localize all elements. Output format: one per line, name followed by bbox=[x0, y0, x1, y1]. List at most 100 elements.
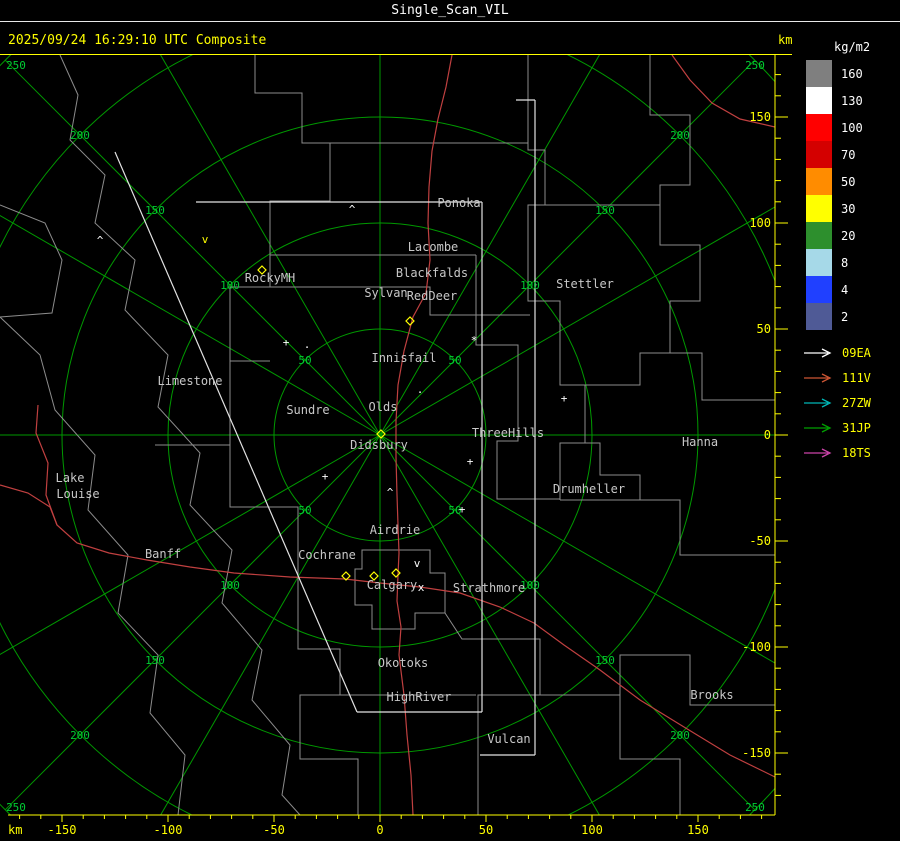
city-label: Limestone bbox=[157, 374, 222, 388]
bottom-axis-tick-label: 100 bbox=[581, 823, 603, 837]
color-scale-swatch bbox=[806, 195, 832, 222]
track-legend-row: 09EA bbox=[792, 340, 900, 365]
track-legend-row: 111V bbox=[792, 365, 900, 390]
county-boundary bbox=[229, 286, 270, 362]
track-legend: 09EA 111V 27ZW 31JP 18TS bbox=[792, 340, 900, 465]
ring-distance-label: 250 bbox=[6, 59, 26, 72]
track-id-label: 31JP bbox=[842, 420, 871, 435]
county-boundary bbox=[560, 499, 775, 556]
city-label: Lacombe bbox=[408, 240, 459, 254]
station-symbol: v bbox=[414, 557, 421, 570]
bottom-axis-tick-label: -150 bbox=[48, 823, 77, 837]
ring-distance-label: 50 bbox=[298, 354, 311, 367]
color-scale-row: 20 bbox=[792, 222, 900, 249]
county-boundary bbox=[560, 352, 775, 401]
bottom-axis-tick-label: 0 bbox=[376, 823, 383, 837]
ring-distance-label: 50 bbox=[298, 504, 311, 517]
color-scale-swatch bbox=[806, 168, 832, 195]
track-id-label: 09EA bbox=[842, 345, 871, 360]
city-label: Calgary bbox=[367, 578, 418, 592]
ring-distance-label: 50 bbox=[448, 354, 461, 367]
county-boundary bbox=[475, 255, 560, 500]
radial-line bbox=[160, 434, 381, 815]
right-axis-tick-label: -50 bbox=[749, 534, 771, 548]
city-label: RedDeer bbox=[407, 289, 458, 303]
county-boundary bbox=[229, 445, 299, 575]
bottom-axis-tick-label: -100 bbox=[154, 823, 183, 837]
ring-distance-label: 100 bbox=[520, 279, 540, 292]
color-scale-value: 30 bbox=[841, 201, 856, 216]
color-scale-swatch bbox=[806, 141, 832, 168]
right-axis-tick-label: 0 bbox=[764, 428, 771, 442]
ring-distance-label: 150 bbox=[145, 654, 165, 667]
city-label: Stettler bbox=[556, 277, 614, 291]
station-symbol: v bbox=[202, 233, 209, 246]
station-symbol: ^ bbox=[387, 486, 394, 499]
legend-panel: kg/m2 160 130 100 70 50 30 20 8 4 2 09EA 111V 27ZW 3… bbox=[792, 40, 900, 465]
station-symbol: ^ bbox=[97, 234, 104, 247]
county-boundary bbox=[254, 55, 331, 287]
city-label: Lake bbox=[56, 471, 85, 485]
color-scale-swatch bbox=[806, 60, 832, 87]
city-label: HighRiver bbox=[386, 690, 451, 704]
color-scale-value: 2 bbox=[841, 309, 849, 324]
city-label: RockyMH bbox=[245, 271, 296, 285]
city-label: Vulcan bbox=[487, 732, 530, 746]
color-scale-value: 160 bbox=[841, 66, 863, 81]
city-label: Cochrane bbox=[298, 548, 356, 562]
bottom-axis-unit-label: km bbox=[8, 823, 22, 837]
color-scale-value: 70 bbox=[841, 147, 856, 162]
color-scale-swatch bbox=[806, 222, 832, 249]
right-axis-unit-label: km bbox=[778, 33, 793, 47]
city-label: Banff bbox=[145, 547, 181, 561]
county-boundary bbox=[619, 695, 681, 815]
color-scale-swatch bbox=[806, 114, 832, 141]
track-arrow-icon bbox=[804, 447, 832, 458]
ring-distance-label: 150 bbox=[145, 204, 165, 217]
track-arrow-icon bbox=[804, 422, 832, 433]
station-symbol: + bbox=[467, 455, 474, 468]
track-id-label: 27ZW bbox=[842, 395, 871, 410]
ring-distance-label: 150 bbox=[595, 654, 615, 667]
city-label: Louise bbox=[56, 487, 99, 501]
ring-distance-label: 250 bbox=[745, 59, 765, 72]
city-label: ThreeHills bbox=[472, 426, 544, 440]
track-legend-row: 31JP bbox=[792, 415, 900, 440]
map-layers: 50 50 50 50 100 100 100 100 150 150 150 150 200 200 20… bbox=[0, 55, 775, 815]
color-scale-value: 4 bbox=[841, 282, 849, 297]
color-scale-swatch bbox=[806, 303, 832, 330]
app-window: Single_Scan_VIL 2025/09/24 16:29:10 UTC … bbox=[0, 0, 900, 841]
city-label: Brooks bbox=[690, 688, 733, 702]
station-symbol: * bbox=[471, 334, 478, 347]
track-id-label: 18TS bbox=[842, 445, 871, 460]
station-symbol: + bbox=[459, 503, 466, 516]
right-axis-tick-label: 150 bbox=[749, 110, 771, 124]
color-scale-row: 130 bbox=[792, 87, 900, 114]
color-scale: 160 130 100 70 50 30 20 8 4 2 bbox=[792, 60, 900, 330]
color-scale-row: 30 bbox=[792, 195, 900, 222]
track-legend-row: 27ZW bbox=[792, 390, 900, 415]
city-label: Didsbury bbox=[350, 438, 408, 452]
ring-distance-label: 100 bbox=[220, 579, 240, 592]
bottom-axis-tick-label: 50 bbox=[479, 823, 493, 837]
color-scale-swatch bbox=[806, 276, 832, 303]
county-boundary bbox=[0, 204, 63, 318]
station-symbol: + bbox=[561, 392, 568, 405]
city-label: Sundre bbox=[286, 403, 329, 417]
city-label: Sylvan bbox=[364, 286, 407, 300]
ring-distance-label: 200 bbox=[670, 129, 690, 142]
county-boundary bbox=[0, 316, 186, 815]
city-label: Olds bbox=[369, 400, 398, 414]
city-label: Ponoka bbox=[437, 196, 480, 210]
ring-distance-label: 250 bbox=[745, 801, 765, 814]
color-scale-row: 2 bbox=[792, 303, 900, 330]
color-scale-row: 100 bbox=[792, 114, 900, 141]
track-arrow-icon bbox=[804, 347, 832, 358]
station-symbol: . bbox=[304, 338, 311, 351]
radial-line bbox=[0, 215, 381, 436]
ring-distance-label: 200 bbox=[670, 729, 690, 742]
color-scale-row: 160 bbox=[792, 60, 900, 87]
color-scale-row: 50 bbox=[792, 168, 900, 195]
city-label: Okotoks bbox=[378, 656, 429, 670]
right-axis-tick-label: 50 bbox=[757, 322, 771, 336]
